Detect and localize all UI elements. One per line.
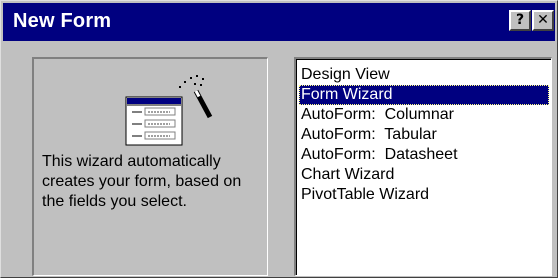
list-item[interactable]: PivotTable Wizard (299, 185, 549, 205)
close-button[interactable]: ✕ (532, 10, 554, 31)
list-item[interactable]: AutoForm: Tabular (299, 125, 549, 145)
new-form-dialog: New Form ? ✕ This wizard automatically c… (0, 0, 558, 278)
title-bar[interactable]: New Form ? ✕ (3, 3, 555, 41)
form-type-list: Design View Form Wizard AutoForm: Columnar… (299, 65, 549, 205)
list-item[interactable]: Form Wizard (299, 85, 549, 105)
list-item[interactable]: AutoForm: Columnar (299, 105, 549, 125)
list-item[interactable]: Design View (299, 65, 549, 85)
form-type-listbox[interactable]: Design View Form Wizard AutoForm: Columnar… (294, 57, 552, 276)
list-item[interactable]: Chart Wizard (299, 165, 549, 185)
form-wizard-illustration-icon (125, 75, 213, 146)
preview-panel: This wizard automatically creates your f… (32, 57, 268, 276)
help-button[interactable]: ? (509, 10, 531, 31)
list-item[interactable]: AutoForm: Datasheet (299, 145, 549, 165)
window-title: New Form (13, 10, 112, 32)
wizard-description: This wizard automatically creates your f… (42, 153, 242, 210)
